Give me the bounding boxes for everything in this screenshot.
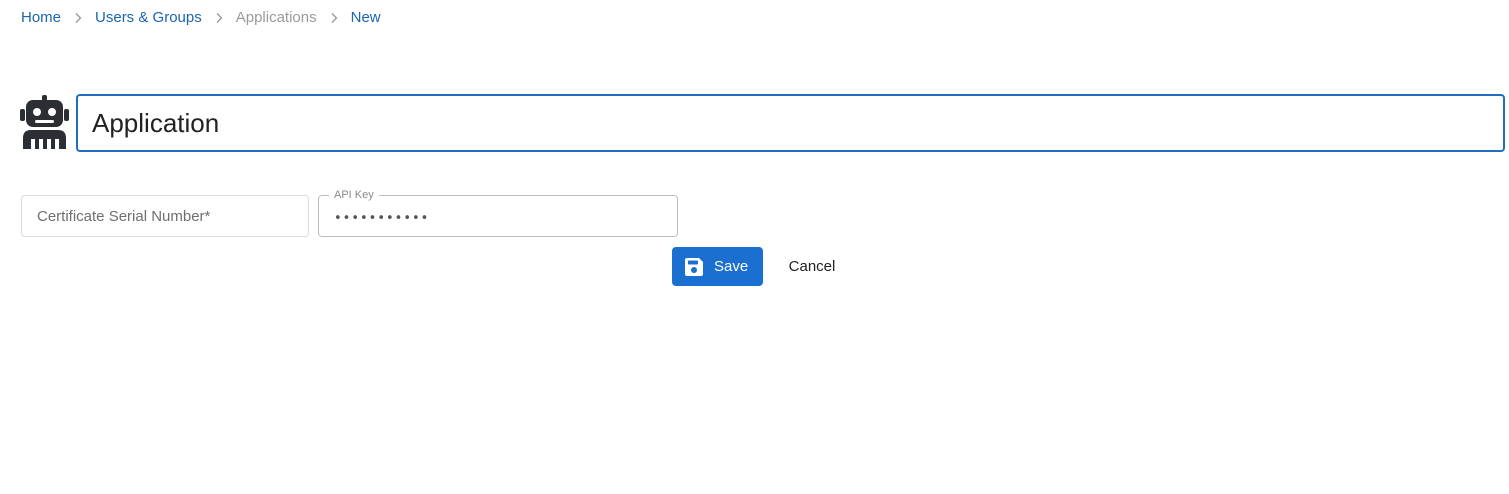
- cancel-button[interactable]: Cancel: [776, 247, 848, 286]
- save-button-label: Save: [714, 258, 749, 275]
- application-name-input[interactable]: [76, 94, 1505, 152]
- floppy-disk-icon: [684, 257, 704, 277]
- breadcrumb-home[interactable]: Home: [21, 8, 61, 28]
- chevron-right-icon: [61, 8, 95, 28]
- breadcrumb: Home Users & Groups Applications New: [21, 8, 381, 28]
- breadcrumb-new[interactable]: New: [351, 8, 381, 28]
- breadcrumb-applications[interactable]: Applications: [236, 8, 317, 28]
- api-key-field-wrapper: API Key: [318, 188, 678, 237]
- chevron-right-icon: [317, 8, 351, 28]
- chevron-right-icon: [202, 8, 236, 28]
- breadcrumb-users-groups[interactable]: Users & Groups: [95, 8, 202, 28]
- certificate-serial-number-field[interactable]: [21, 195, 309, 237]
- api-key-field[interactable]: [319, 196, 677, 236]
- robot-icon: [20, 95, 69, 150]
- save-button[interactable]: Save: [672, 247, 763, 286]
